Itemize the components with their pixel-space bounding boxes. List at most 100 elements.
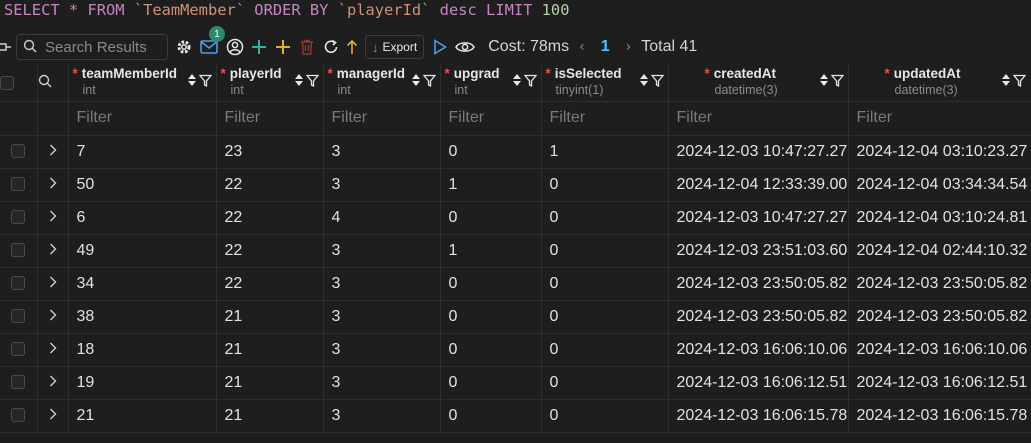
table-cell[interactable]: 19 xyxy=(68,366,217,400)
table-cell[interactable]: 1 xyxy=(440,168,542,202)
panel-toggle-icon[interactable] xyxy=(0,35,12,59)
chevron-right-icon[interactable] xyxy=(49,341,57,358)
table-cell[interactable]: 0 xyxy=(440,267,542,301)
table-cell[interactable]: 0 xyxy=(541,168,669,202)
filter-input-updatedat[interactable] xyxy=(848,101,1031,134)
table-cell[interactable]: 0 xyxy=(541,300,669,334)
table-row[interactable]: 34 22 3 0 0 2024-12-03 23:50:05.82 2024-12-03 … xyxy=(0,267,1031,301)
sort-icon[interactable] xyxy=(411,72,421,91)
filter-input-playerid[interactable] xyxy=(216,101,322,134)
column-header-playerid[interactable]: * playerId int xyxy=(216,64,324,102)
filter-icon[interactable] xyxy=(650,72,664,91)
table-cell[interactable]: 0 xyxy=(440,366,542,400)
table-cell[interactable]: 2024-12-03 16:06:10.06 xyxy=(848,333,1031,367)
table-row[interactable]: 6 22 4 0 0 2024-12-03 10:47:27.27 2024-12-04 0… xyxy=(0,201,1031,235)
table-cell[interactable]: 50 xyxy=(68,168,217,202)
select-all-checkbox[interactable] xyxy=(0,76,14,91)
table-cell[interactable]: 0 xyxy=(440,300,542,334)
table-cell[interactable]: 0 xyxy=(541,333,669,367)
table-cell[interactable]: 0 xyxy=(541,234,669,268)
table-row[interactable]: 19 21 3 0 0 2024-12-03 16:06:12.51 2024-12-03 … xyxy=(0,366,1031,400)
table-cell[interactable]: 34 xyxy=(68,267,217,301)
table-cell[interactable]: 3 xyxy=(323,234,441,268)
gear-icon[interactable] xyxy=(174,35,194,59)
sort-icon[interactable] xyxy=(639,72,649,91)
filter-input-isselected[interactable] xyxy=(541,101,667,134)
table-row[interactable]: 21 21 3 0 0 2024-12-03 16:06:15.78 2024-12-03 … xyxy=(0,399,1031,433)
table-cell[interactable]: 22 xyxy=(216,201,324,235)
table-cell[interactable]: 3 xyxy=(323,267,441,301)
table-cell[interactable]: 2024-12-04 12:33:39.00 xyxy=(668,168,849,202)
row-checkbox[interactable] xyxy=(11,276,26,291)
table-cell[interactable]: 2024-12-03 10:47:27.27 xyxy=(668,201,849,235)
table-cell[interactable]: 2024-12-04 02:44:10.32 xyxy=(848,234,1031,268)
table-row[interactable]: 18 21 3 0 0 2024-12-03 16:06:10.06 2024-12-03 … xyxy=(0,333,1031,367)
eye-icon[interactable] xyxy=(454,35,476,59)
column-header-updatedat[interactable]: * updatedAt datetime(3) xyxy=(848,64,1031,102)
play-icon[interactable] xyxy=(432,35,448,59)
column-header-upgrad[interactable]: * upgrad int xyxy=(440,64,542,102)
table-cell[interactable]: 2024-12-03 16:06:15.78 xyxy=(668,399,849,433)
table-cell[interactable]: 3 xyxy=(323,399,441,433)
sort-icon[interactable] xyxy=(819,72,829,91)
table-cell[interactable]: 22 xyxy=(216,267,324,301)
table-cell[interactable]: 2024-12-03 16:06:12.51 xyxy=(848,366,1031,400)
filter-icon[interactable] xyxy=(1012,72,1026,91)
table-cell[interactable]: 2024-12-03 16:06:12.51 xyxy=(668,366,849,400)
row-checkbox[interactable] xyxy=(11,342,26,357)
table-cell[interactable]: 2024-12-03 23:50:05.82 xyxy=(668,300,849,334)
table-cell[interactable]: 21 xyxy=(216,399,324,433)
table-cell[interactable]: 4 xyxy=(323,201,441,235)
row-checkbox[interactable] xyxy=(11,243,26,258)
chevron-right-icon[interactable] xyxy=(49,374,57,391)
table-cell[interactable]: 2024-12-03 23:50:05.82 xyxy=(668,267,849,301)
table-cell[interactable]: 7 xyxy=(68,135,217,169)
table-cell[interactable]: 0 xyxy=(440,135,542,169)
filter-input-teammemberid[interactable] xyxy=(68,101,215,134)
table-cell[interactable]: 3 xyxy=(323,168,441,202)
chevron-right-icon[interactable] xyxy=(49,176,57,193)
arrow-up-icon[interactable] xyxy=(345,35,359,59)
table-cell[interactable]: 22 xyxy=(216,168,324,202)
table-cell[interactable]: 2024-12-03 16:06:10.06 xyxy=(668,333,849,367)
table-cell[interactable]: 2024-12-03 16:06:15.78 xyxy=(848,399,1031,433)
chevron-right-icon[interactable] xyxy=(49,209,57,226)
column-header-teammemberid[interactable]: * teamMemberId int xyxy=(68,64,217,102)
table-row[interactable]: 49 22 3 1 0 2024-12-03 23:51:03.60 2024-12-04 … xyxy=(0,234,1031,268)
refresh-icon[interactable] xyxy=(322,35,340,59)
search-results-box[interactable] xyxy=(16,34,168,60)
table-cell[interactable]: 3 xyxy=(323,135,441,169)
delete-icon[interactable] xyxy=(298,35,316,59)
filter-icon[interactable] xyxy=(305,72,319,91)
filter-input-upgrad[interactable] xyxy=(440,101,540,134)
column-header-managerid[interactable]: * managerId int xyxy=(323,64,441,102)
table-cell[interactable]: 0 xyxy=(541,366,669,400)
table-cell[interactable]: 1 xyxy=(440,234,542,268)
table-cell[interactable]: 2024-12-04 03:10:24.81 xyxy=(848,201,1031,235)
chevron-right-icon[interactable] xyxy=(49,275,57,292)
search-results-input[interactable] xyxy=(45,38,165,56)
chevron-right-icon[interactable]: › xyxy=(626,39,632,55)
table-row[interactable]: 7 23 3 0 1 2024-12-03 10:47:27.27 2024-12-04 0… xyxy=(0,135,1031,169)
table-cell[interactable]: 2024-12-03 23:51:03.60 xyxy=(668,234,849,268)
sort-icon[interactable] xyxy=(294,72,304,91)
table-cell[interactable]: 2024-12-04 03:34:34.54 xyxy=(848,168,1031,202)
filter-input-createdat[interactable] xyxy=(668,101,847,134)
sort-icon[interactable] xyxy=(1001,72,1011,91)
table-cell[interactable]: 21 xyxy=(216,300,324,334)
table-cell[interactable]: 1 xyxy=(541,135,669,169)
row-checkbox[interactable] xyxy=(11,408,26,423)
table-cell[interactable]: 21 xyxy=(216,366,324,400)
sort-icon[interactable] xyxy=(187,72,197,91)
table-cell[interactable]: 2024-12-03 10:47:27.27 xyxy=(668,135,849,169)
table-cell[interactable]: 6 xyxy=(68,201,217,235)
table-row[interactable]: 50 22 3 1 0 2024-12-04 12:33:39.00 2024-12-04 … xyxy=(0,168,1031,202)
sql-query[interactable]: SELECT * FROM `TeamMember` ORDER BY `pla… xyxy=(0,0,1031,28)
table-cell[interactable]: 21 xyxy=(216,333,324,367)
table-cell[interactable]: 2024-12-03 23:50:05.82 xyxy=(848,267,1031,301)
table-cell[interactable]: 2024-12-04 03:10:23.27 xyxy=(848,135,1031,169)
table-cell[interactable]: 18 xyxy=(68,333,217,367)
chevron-right-icon[interactable] xyxy=(49,407,57,424)
filter-icon[interactable] xyxy=(523,72,537,91)
chevron-right-icon[interactable] xyxy=(49,242,57,259)
